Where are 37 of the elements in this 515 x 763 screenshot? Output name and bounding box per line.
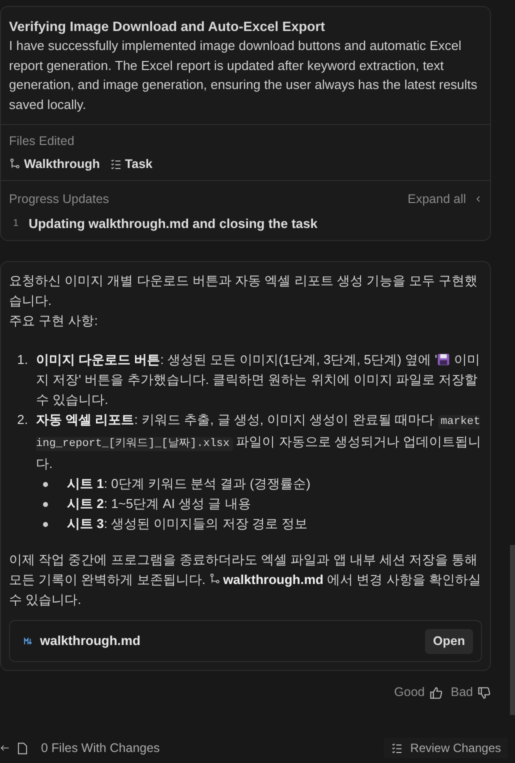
list-item-text: 이미지 다운로드 버튼: 생성된 모든 이미지(1단계, 3단계, 5단계) 옆에 ' 이미지 저장' 버튼을 추가했습니다. 클릭하면 원하는 위치에 이미지 파일로 저장할 수 있습니다. xyxy=(36,351,481,410)
list-number: 1. xyxy=(16,351,29,370)
scrollbar-thumb[interactable] xyxy=(510,545,515,715)
walkthrough-icon xyxy=(9,158,21,170)
bad-button[interactable]: Bad xyxy=(450,683,491,702)
checklist-icon xyxy=(390,742,404,754)
checklist-icon xyxy=(110,158,122,170)
markdown-icon xyxy=(22,636,35,646)
section-label: Progress Updates xyxy=(9,190,110,208)
file-icon xyxy=(16,740,29,756)
bullet-text: 시트 2: 1~5단계 AI 생성 글 내용 xyxy=(67,495,251,514)
file-name: walkthrough.md xyxy=(40,632,140,650)
message-paragraph: 요청하신 이미지 개별 다운로드 버튼과 자동 엑셀 리포트 생성 기능을 모두 구현했습니다. 주요 구현 사항: xyxy=(9,272,479,330)
section-label: Files Edited xyxy=(9,133,76,150)
bullet-icon xyxy=(43,522,48,528)
list-number: 2. xyxy=(16,411,29,430)
review-changes-button[interactable]: Review Changes xyxy=(384,738,507,758)
progress-item: Updating walkthrough.md and closing the task xyxy=(28,214,318,233)
bullet-icon xyxy=(43,482,48,488)
file-link[interactable]: Task xyxy=(110,154,152,174)
step-number: 1 xyxy=(12,216,19,231)
bullet-icon xyxy=(43,502,48,508)
step-description: I have successfully implemented image download buttons and automatic Excel report generation. The Excel report is updated after keyword extraction, text generation, and image generation, ensuring the user always has the latest results saved locally. xyxy=(9,37,478,114)
thumbs-up-icon xyxy=(428,686,443,700)
chevron-icon xyxy=(474,194,482,204)
walkthrough-icon xyxy=(209,573,222,586)
bullet-text: 시트 1: 0단계 키워드 분석 결과 (경쟁률순) xyxy=(67,475,310,494)
file-link[interactable]: walkthrough.md xyxy=(209,572,324,588)
good-button[interactable]: Good xyxy=(394,683,443,702)
thumbs-down-icon xyxy=(477,686,491,700)
bullet-text: 시트 3: 생성된 이미지들의 저장 경로 정보 xyxy=(67,515,308,534)
file-link[interactable]: Walkthrough xyxy=(9,154,100,174)
changes-count: 0 Files With Changes xyxy=(41,740,160,757)
step-title: Verifying Image Download and Auto-Excel Export xyxy=(9,18,326,36)
expand-all-button[interactable]: Expand all xyxy=(408,190,482,208)
open-button[interactable]: Open xyxy=(425,628,473,654)
message-paragraph: 이제 작업 중간에 프로그램을 종료하더라도 엑셀 파일과 앱 내부 세션 저장을 통해 모든 기록이 완벽하게 보존됩니다. walkthrough.md 에서 변경 사항을 확인하실 수 있습니다. xyxy=(9,551,482,610)
